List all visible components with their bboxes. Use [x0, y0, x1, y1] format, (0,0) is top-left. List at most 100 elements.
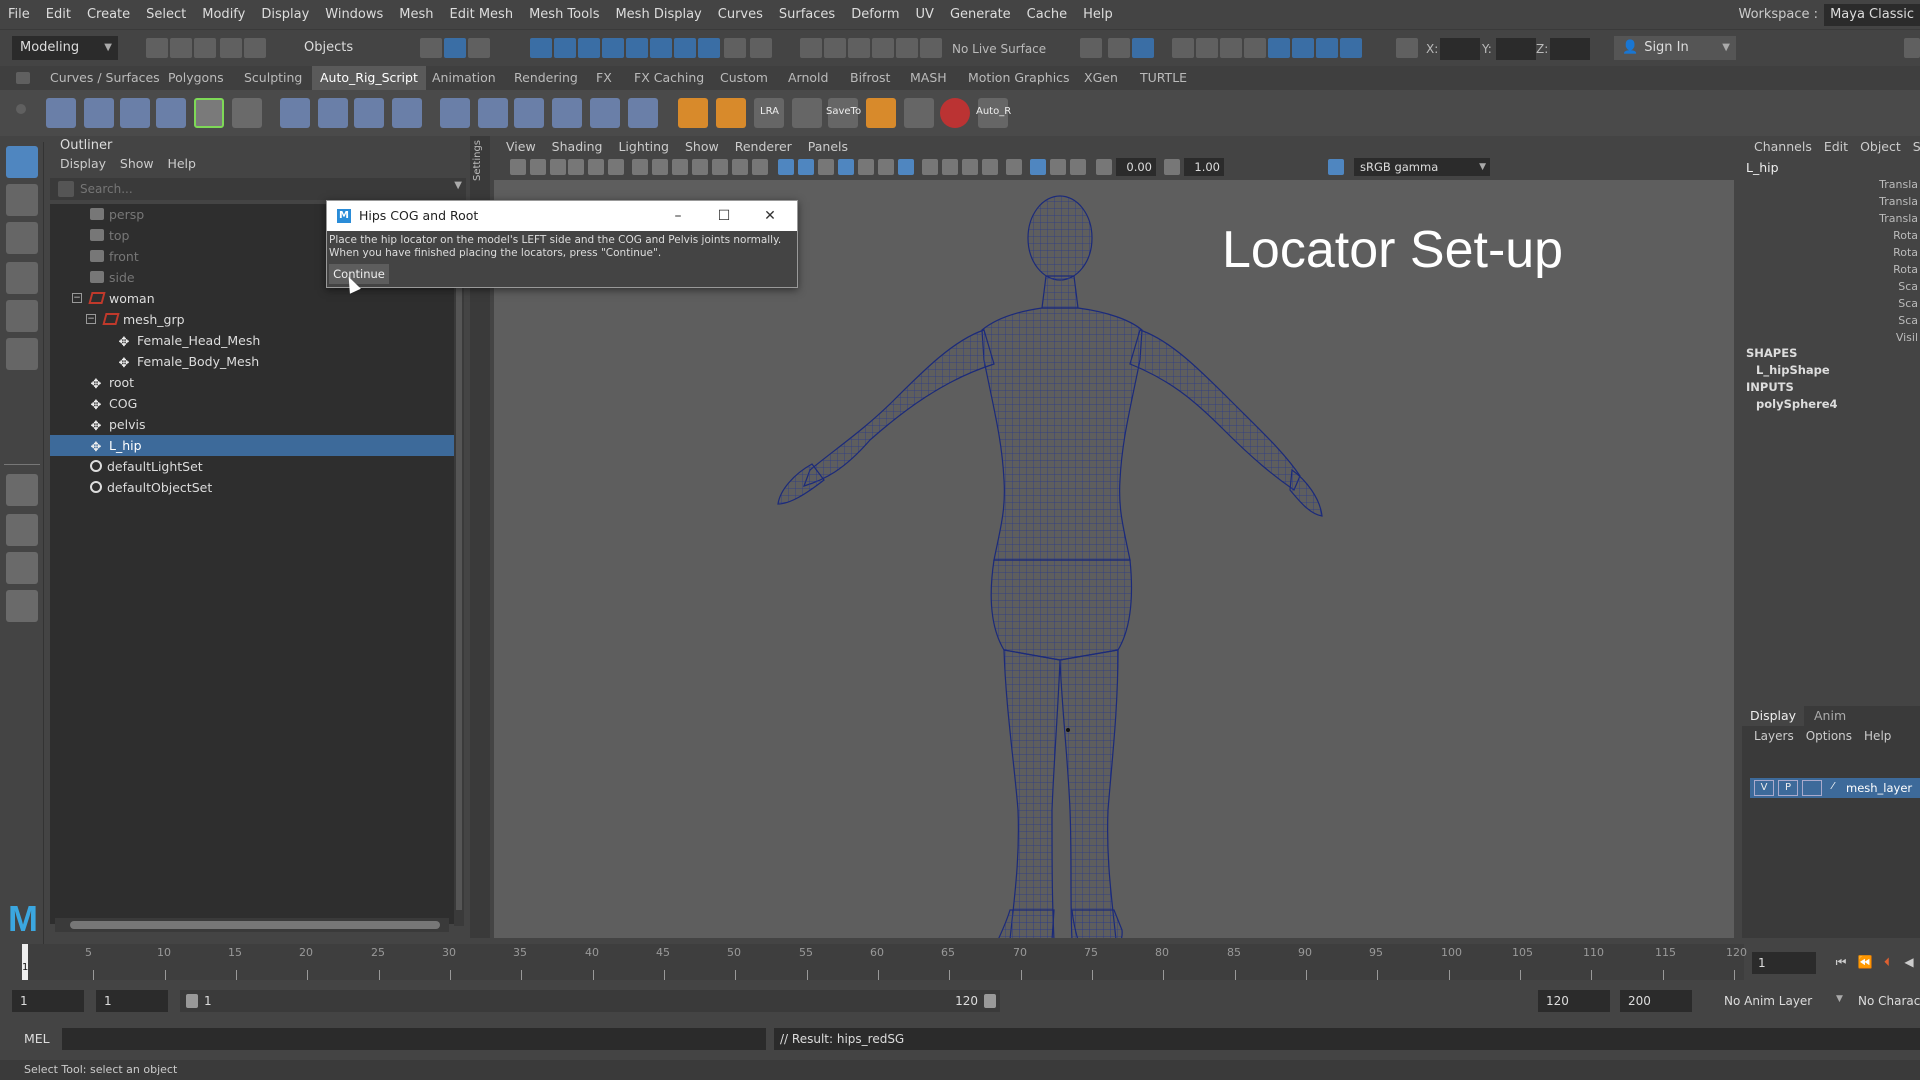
anti-aliasing-icon[interactable] — [962, 159, 978, 175]
menu-create[interactable]: Create — [79, 0, 138, 30]
outliner-node-l-hip[interactable]: ✥ L_hip — [50, 435, 454, 456]
anim-layer-dropdown[interactable]: No Anim Layer — [1716, 990, 1846, 1012]
outliner-node-mesh-grp[interactable]: mesh_grp — [102, 309, 185, 330]
animation-end-field[interactable]: 200 — [1620, 990, 1692, 1012]
shadows-icon[interactable] — [898, 159, 914, 175]
chevron-down-icon[interactable]: ▼ — [454, 180, 462, 191]
camera-attributes-icon[interactable] — [530, 159, 546, 175]
viewport-menu-shading[interactable]: Shading — [552, 139, 603, 154]
play-backward-icon[interactable]: ◀ — [1900, 952, 1918, 972]
collapse-icon[interactable]: − — [72, 293, 82, 303]
settings-tab[interactable]: Settings — [472, 140, 483, 181]
menu-generate[interactable]: Generate — [942, 0, 1019, 30]
soft-mod-icon[interactable] — [552, 98, 582, 128]
tab-anim[interactable]: Anim — [1806, 706, 1854, 726]
menu-cache[interactable]: Cache — [1019, 0, 1075, 30]
hypershade-icon[interactable] — [1268, 38, 1290, 58]
new-scene-icon[interactable] — [146, 38, 168, 58]
attr-translate-z[interactable]: Transla — [1879, 212, 1918, 225]
lattice-icon[interactable] — [354, 98, 384, 128]
select-camera-icon[interactable] — [510, 159, 526, 175]
grid-icon[interactable] — [632, 159, 648, 175]
point-constraint-icon[interactable] — [590, 98, 620, 128]
shelf-tab-sculpting[interactable]: Sculpting — [236, 66, 310, 90]
playback-end-field[interactable]: 120 — [1538, 990, 1610, 1012]
rig-tool-icon[interactable] — [866, 98, 896, 128]
single-perspective-view-icon[interactable] — [6, 474, 38, 506]
image-plane-icon[interactable] — [568, 159, 584, 175]
resolution-gate-icon[interactable] — [672, 159, 688, 175]
menu-mesh-display[interactable]: Mesh Display — [607, 0, 709, 30]
ipr-render-icon[interactable] — [1220, 38, 1242, 58]
outliner-menu-help[interactable]: Help — [167, 156, 196, 171]
animation-start-field[interactable]: 1 — [12, 990, 84, 1012]
menu-deform[interactable]: Deform — [843, 0, 907, 30]
make-live-icon[interactable] — [896, 38, 918, 58]
outliner-node-default-object-set[interactable]: defaultObjectSet — [90, 477, 212, 498]
go-to-start-icon[interactable]: ⏮ — [1832, 952, 1850, 972]
xray-joints-icon[interactable] — [1050, 159, 1066, 175]
select-object-icon[interactable] — [444, 38, 466, 58]
move-tool-icon[interactable] — [6, 262, 38, 294]
parent-constraint-icon[interactable] — [716, 98, 746, 128]
select-component-icon[interactable] — [468, 38, 490, 58]
menu-edit[interactable]: Edit — [38, 0, 79, 30]
scrollbar-thumb[interactable] — [456, 210, 462, 910]
input-ops-icon[interactable] — [1080, 38, 1102, 58]
select-misc-icon[interactable] — [698, 38, 720, 58]
depth-of-field-icon[interactable] — [982, 159, 998, 175]
input-node[interactable]: polySphere4 — [1756, 397, 1838, 411]
redo-icon[interactable] — [244, 38, 266, 58]
scale-tool-icon[interactable] — [6, 338, 38, 370]
l-hip-locator[interactable] — [1066, 728, 1070, 732]
layer-menu-layers[interactable]: Layers — [1754, 729, 1794, 743]
step-back-key-icon[interactable]: ⏪ — [1856, 952, 1874, 972]
outliner-node-pelvis[interactable]: ✥ pelvis — [88, 414, 146, 435]
range-start-handle[interactable] — [186, 994, 198, 1008]
shelf-tab-rendering[interactable]: Rendering — [506, 66, 586, 90]
lasso-tool-icon[interactable] — [6, 184, 38, 216]
channel-box-menu-channels[interactable]: Channels — [1754, 139, 1812, 154]
wireframe-icon[interactable] — [778, 159, 794, 175]
viewport-menu-lighting[interactable]: Lighting — [618, 139, 669, 154]
use-default-material-icon[interactable] — [818, 159, 834, 175]
outliner-search-input[interactable] — [80, 180, 440, 198]
gamma-icon[interactable] — [1164, 159, 1180, 175]
tab-display[interactable]: Display — [1742, 706, 1805, 726]
select-joint-icon[interactable] — [554, 38, 576, 58]
humanik-icon[interactable] — [194, 98, 224, 128]
paint-tool-icon[interactable] — [940, 98, 970, 128]
select-hierarchy-icon[interactable] — [420, 38, 442, 58]
attr-scale-y[interactable]: Sca — [1898, 297, 1918, 310]
shelf-tab-fx-caching[interactable]: FX Caching — [626, 66, 712, 90]
toggle-panel-icon[interactable] — [1904, 38, 1920, 58]
outliner-node-top[interactable]: top — [90, 225, 129, 246]
mel-input[interactable] — [62, 1028, 766, 1050]
current-frame-field[interactable]: 1 — [1752, 952, 1816, 974]
shelf-tab-arnold[interactable]: Arnold — [780, 66, 836, 90]
outliner-node-woman[interactable]: woman — [88, 288, 155, 309]
scrollbar-thumb[interactable] — [70, 921, 440, 929]
color-management-icon[interactable] — [1328, 159, 1344, 175]
menuset-dropdown[interactable]: Modeling ▼ — [12, 36, 118, 60]
aim-constraint-icon[interactable] — [628, 98, 658, 128]
workspace-selector[interactable]: Workspace : Maya Classic — [1738, 0, 1920, 30]
use-all-lights-icon[interactable] — [878, 159, 894, 175]
wire-deformer-icon[interactable] — [514, 98, 544, 128]
render-current-frame-icon[interactable] — [1196, 38, 1218, 58]
channel-box-menu-edit[interactable]: Edit — [1824, 139, 1848, 154]
isolate-select-icon[interactable] — [1006, 159, 1022, 175]
layer-row-mesh-layer[interactable]: V P ⁄ mesh_layer — [1750, 778, 1920, 798]
z-field[interactable] — [1550, 38, 1590, 60]
maximize-button[interactable]: ☐ — [701, 201, 747, 231]
color-space-dropdown[interactable]: sRGB gamma ▼ — [1354, 158, 1490, 176]
shelf-tab-custom[interactable]: Custom — [712, 66, 776, 90]
menu-windows[interactable]: Windows — [317, 0, 391, 30]
four-view-icon[interactable] — [6, 514, 38, 546]
channel-box-menu-show[interactable]: Sh — [1913, 139, 1920, 154]
grease-pencil-icon[interactable] — [608, 159, 624, 175]
shelf-tab-animation[interactable]: Animation — [424, 66, 504, 90]
xray-icon[interactable] — [1030, 159, 1046, 175]
menu-surfaces[interactable]: Surfaces — [771, 0, 843, 30]
outliner-menu-display[interactable]: Display — [60, 156, 106, 171]
